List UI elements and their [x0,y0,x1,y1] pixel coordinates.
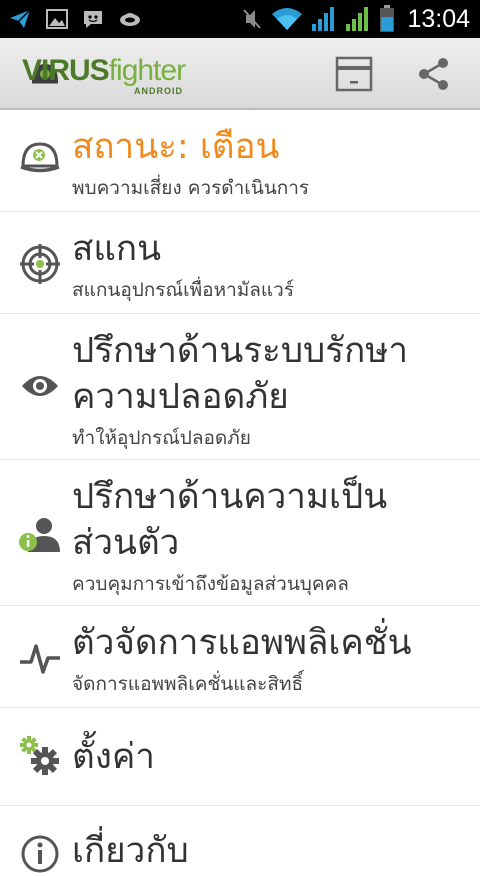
scan-title: สแกน [72,229,162,269]
messenger-icon [82,8,104,30]
action-bar: VIRUSfighter ANDROID [0,38,480,110]
eye-icon [18,364,62,408]
info-icon [18,832,62,876]
about-title: เกี่ยวกับ [72,831,189,871]
status-title: สถานะ: เตือน [72,127,280,167]
security-advisor-subtitle: ทำให้อุปกรณ์ปลอดภัย [72,427,251,449]
menu-item-app-manager[interactable]: ตัวจัดการแอพพลิเคชั่น จัดการแอพพลิเคชั่น… [0,606,480,708]
wifi-icon [271,6,303,32]
privacy-advisor-subtitle: ควบคุมการเข้าถึงข้อมูลส่วนบุคคล [72,573,349,595]
app-logo: VIRUSfighter ANDROID [22,54,192,98]
pulse-icon [18,636,62,680]
signal-icon [311,6,337,32]
telegram-icon [8,8,32,30]
settings-title: ตั้งค่า [72,737,155,777]
scan-subtitle: สแกนอุปกรณ์เพื่อหามัลแวร์ [72,279,295,301]
target-icon [18,242,62,286]
settings-icon [18,734,62,778]
menu-item-security-advisor[interactable]: ปรึกษาด้านระบบรักษาความปลอดภัย ทำให้อุปก… [0,314,480,460]
person-info-icon [18,512,62,556]
menu-item-settings[interactable]: ตั้งค่า [0,708,480,806]
clock: 13:04 [407,4,470,33]
status-bar: 13:04 [0,0,480,38]
card-icon [335,56,373,92]
logo-subtitle: ANDROID [134,86,183,96]
battery-icon [379,5,395,33]
system-icons: 13:04 [241,0,470,38]
mute-icon [241,7,263,31]
spy-icon [118,8,142,30]
helmet-icon [18,136,62,180]
app-manager-title: ตัวจัดการแอพพลิเคชั่น [72,623,412,663]
menu-item-status[interactable]: สถานะ: เตือน พบความเสี่ยง ควรดำเนินการ [0,110,480,212]
app-manager-subtitle: จัดการแอพพลิเคชั่นและสิทธิ์ [72,673,304,695]
menu-item-privacy-advisor[interactable]: ปรึกษาด้านความเป็นส่วนตัว ควบคุมการเข้าถ… [0,460,480,606]
card-button[interactable] [332,52,376,96]
menu-item-about[interactable]: เกี่ยวกับ [0,806,480,873]
share-icon [419,58,448,90]
security-advisor-title: ปรึกษาด้านระบบรักษาความปลอดภัย [72,331,408,417]
privacy-advisor-title: ปรึกษาด้านความเป็นส่วนตัว [72,477,388,563]
image-icon [46,9,68,29]
status-subtitle: พบความเสี่ยง ควรดำเนินการ [72,177,310,199]
menu-list: สถานะ: เตือน พบความเสี่ยง ควรดำเนินการ ส… [0,110,480,873]
menu-item-scan[interactable]: สแกน สแกนอุปกรณ์เพื่อหามัลแวร์ [0,212,480,314]
share-button[interactable] [412,52,456,96]
notification-icons [8,0,142,38]
signal-icon [345,6,371,32]
logo-text: VIRUSfighter [22,54,186,87]
